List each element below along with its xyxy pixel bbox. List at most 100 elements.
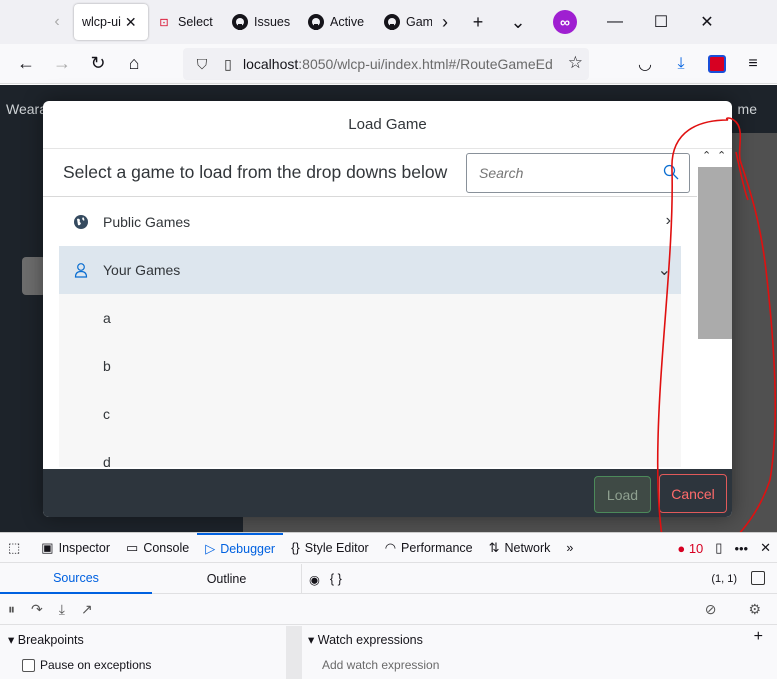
url-text[interactable]: localhost:8050/wlcp-ui/index.html#/Route… xyxy=(243,56,553,72)
game-item-label: c xyxy=(103,406,110,422)
close-devtools-icon[interactable]: ✕ xyxy=(754,540,777,556)
github-icon xyxy=(232,14,248,30)
chevron-down-icon[interactable]: ⌄ xyxy=(658,260,671,280)
bookmark-star-icon[interactable]: ☆ xyxy=(568,53,583,73)
cancel-button[interactable]: Cancel xyxy=(659,474,727,513)
tab-wlcp-ui[interactable]: wlcp-ui ✕ xyxy=(74,4,148,40)
forward-icon[interactable]: → xyxy=(44,48,80,80)
tab-console[interactable]: ▭ Console xyxy=(118,533,197,563)
load-button[interactable]: Load xyxy=(594,476,651,513)
debugger-icon: ▷ xyxy=(205,540,216,556)
tab-inspector[interactable]: ▣ Inspector xyxy=(33,533,118,563)
watch-expressions-header[interactable]: ▾ Watch expressions xyxy=(308,632,423,647)
extension-icon[interactable] xyxy=(699,48,735,80)
tab-strip: ‹ wlcp-ui ✕ ⊡ Select Issues Active Gam ›… xyxy=(0,0,777,44)
tab-label: Select xyxy=(178,15,213,29)
downloads-icon[interactable]: ⤓ xyxy=(663,48,699,80)
tab-debugger[interactable]: ▷ Debugger xyxy=(197,532,284,563)
url-bar[interactable]: ⛉ ▯ localhost:8050/wlcp-ui/index.html#/R… xyxy=(183,48,589,80)
globe-icon xyxy=(59,214,103,230)
responsive-mode-icon[interactable]: ▯ xyxy=(709,540,728,556)
tab-sources[interactable]: Sources xyxy=(0,564,152,594)
tab-select[interactable]: ⊡ Select xyxy=(148,5,224,39)
pause-icon[interactable]: ⏸ xyxy=(0,601,23,618)
tree-item-your-games[interactable]: Your Games ⌄ xyxy=(59,246,681,294)
close-tab-icon[interactable]: ✕ xyxy=(125,14,137,31)
new-tab-icon[interactable]: + xyxy=(458,0,498,44)
tab-active[interactable]: Active xyxy=(300,5,376,39)
editor-footer: ◉ { } (1, 1) xyxy=(303,564,777,594)
close-window-icon[interactable]: ✕ xyxy=(684,0,730,44)
tree-item-label: Your Games xyxy=(103,262,181,278)
more-tabs-icon[interactable]: » xyxy=(558,533,581,563)
cursor-position: (1, 1) xyxy=(711,573,737,585)
maximize-icon[interactable]: ☐ xyxy=(638,0,684,44)
reload-icon[interactable]: ↻ xyxy=(80,48,116,80)
load-game-dialog: Load Game Select a game to load from the… xyxy=(43,101,732,517)
tab-label: Inspector xyxy=(58,540,111,555)
scrollbar-thumb[interactable] xyxy=(698,167,732,339)
pause-on-exceptions-checkbox[interactable]: Pause on exceptions xyxy=(22,658,151,672)
network-icon: ⇅ xyxy=(488,539,500,555)
search-field[interactable] xyxy=(466,153,690,193)
scroll-up-icon[interactable]: ⌃ xyxy=(717,149,726,162)
app-header-left-text: Weara xyxy=(6,101,47,117)
step-in-icon[interactable]: ⤓ xyxy=(51,601,73,618)
settings-gear-icon[interactable]: ⚙ xyxy=(740,601,769,618)
step-over-icon[interactable]: ↷ xyxy=(23,601,51,618)
game-item-d[interactable]: d xyxy=(59,438,681,467)
chevron-right-icon[interactable]: › xyxy=(666,212,671,230)
scroll-top-icon[interactable]: ⌃ xyxy=(702,149,711,162)
element-picker-icon[interactable]: ⬚ xyxy=(0,533,33,563)
error-count-badge[interactable]: ● 10 xyxy=(671,541,709,556)
game-item-a[interactable]: a xyxy=(59,294,681,342)
search-input[interactable] xyxy=(479,165,649,181)
tab-label: Debugger xyxy=(220,541,276,556)
add-watch-icon[interactable]: + xyxy=(754,628,763,646)
tab-scroll-left-icon[interactable]: ‹ xyxy=(46,7,68,37)
game-item-c[interactable]: c xyxy=(59,390,681,438)
checkbox[interactable] xyxy=(22,658,35,672)
tree-item-public-games[interactable]: Public Games › xyxy=(59,198,681,246)
game-item-label: a xyxy=(103,310,111,326)
tab-gam[interactable]: Gam xyxy=(376,5,432,39)
pocket-icon[interactable]: ◡ xyxy=(627,48,663,80)
search-icon[interactable] xyxy=(663,164,679,180)
tab-issues[interactable]: Issues xyxy=(224,5,300,39)
debugger-panels-body: Pause on exceptions Add watch expression xyxy=(0,653,777,679)
tree-item-label: Public Games xyxy=(103,214,191,230)
github-icon xyxy=(308,14,324,30)
tab-style-editor[interactable]: {} Style Editor xyxy=(283,533,377,563)
list-tabs-icon[interactable]: ⌄ xyxy=(498,0,538,44)
breakpoints-header[interactable]: ▾ Breakpoints xyxy=(8,632,84,647)
select-icon: ⊡ xyxy=(159,16,169,29)
home-icon[interactable]: ⌂ xyxy=(116,48,152,80)
page-info-icon[interactable]: ▯ xyxy=(217,56,239,73)
more-options-icon[interactable]: ••• xyxy=(728,541,754,556)
devtools-panel: ⬚ ▣ Inspector ▭ Console ▷ Debugger {} Style … xyxy=(0,532,777,679)
braces-icon: {} xyxy=(291,540,300,555)
add-watch-input[interactable]: Add watch expression xyxy=(322,658,439,672)
dialog-title: Load Game xyxy=(43,101,732,149)
shield-icon[interactable]: ⛉ xyxy=(191,56,213,73)
debugger-panels-header: ▾ Breakpoints ▾ Watch expressions + xyxy=(0,626,777,652)
tab-performance[interactable]: ◠ Performance xyxy=(377,533,481,563)
breakpoints-label: Breakpoints xyxy=(17,633,84,647)
error-count: 10 xyxy=(688,540,704,556)
tab-network[interactable]: ⇅ Network xyxy=(481,533,559,563)
minimize-icon[interactable]: — xyxy=(592,0,638,44)
app-header-right-text: me xyxy=(737,101,757,117)
tab-scroll-right-icon[interactable]: › xyxy=(432,0,458,44)
back-icon[interactable]: ← xyxy=(8,48,44,80)
game-item-label: d xyxy=(103,454,111,467)
disable-breakpoints-icon[interactable]: ⊘ xyxy=(697,601,725,618)
github-icon xyxy=(384,14,400,30)
tab-outline[interactable]: Outline xyxy=(152,564,302,594)
devtools-toolbar: ⬚ ▣ Inspector ▭ Console ▷ Debugger {} Style … xyxy=(0,532,777,563)
step-out-icon[interactable]: ↗ xyxy=(73,601,101,618)
menu-icon[interactable]: ≡ xyxy=(735,48,771,80)
game-item-b[interactable]: b xyxy=(59,342,681,390)
source-map-icon[interactable] xyxy=(751,571,765,585)
eye-icon[interactable]: ◉ xyxy=(309,572,320,587)
pretty-print-button[interactable]: { } xyxy=(330,572,342,586)
